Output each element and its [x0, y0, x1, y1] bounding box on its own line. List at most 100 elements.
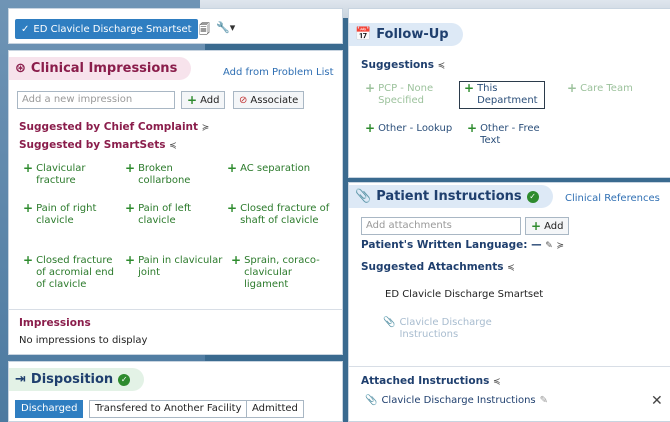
follow-up-item[interactable]: + PCP - None Specified [365, 81, 449, 107]
disposition-panel: ⇥ Disposition ✓ Discharged Transfered to… [8, 361, 343, 422]
paperclip-icon: 📎 [365, 395, 378, 406]
suggestion-label: Sprain, coraco-clavicular ligament [244, 255, 320, 290]
paperclip-icon: 📎 [355, 189, 372, 204]
expand-icon[interactable]: ≽ [557, 241, 565, 251]
suggestion-item[interactable]: + Clavicular fracture [23, 161, 118, 187]
calendar-icon: 📅 [355, 27, 372, 42]
suggested-by-chief-complaint[interactable]: Suggested by Chief Complaint ≽ [19, 121, 209, 133]
smartset-group-label: ED Clavicle Discharge Smartset [385, 289, 544, 300]
disposition-title: Disposition [30, 372, 114, 387]
plus-icon: + [464, 81, 475, 95]
clinical-impressions-panel: ⊛ Clinical Impressions Add from Problem … [8, 50, 343, 355]
follow-up-item[interactable]: + Care Team [567, 81, 657, 95]
suggestion-item[interactable]: + Closed fracture of acromial end of clav… [23, 253, 118, 291]
expand-icon: ≽ [201, 123, 210, 133]
add-impression-label: Add [200, 94, 220, 106]
impressions-heading: Impressions [19, 317, 91, 329]
plus-icon: + [23, 161, 34, 175]
remove-icon[interactable]: ✕ [651, 393, 663, 409]
new-impression-input[interactable]: Add a new impression [17, 91, 175, 109]
plus-icon: + [23, 253, 34, 267]
add-impression-button[interactable]: + Add [181, 91, 226, 109]
clinical-impressions-header: ⊛ Clinical Impressions [9, 57, 192, 80]
patient-instructions-header: 📎 Patient Instructions ✓ [349, 185, 553, 208]
complete-check-icon: ✓ [526, 190, 539, 203]
clinical-impressions-title: Clinical Impressions [30, 61, 178, 76]
complete-check-icon: ✓ [118, 373, 131, 386]
follow-up-label: Other - Lookup [378, 123, 453, 134]
plus-icon: + [125, 161, 136, 175]
edit-icon[interactable]: ✎ [540, 395, 548, 406]
attached-instruction-item[interactable]: 📎 Clavicle Discharge Instructions ✎ [365, 395, 548, 406]
divider [9, 309, 342, 310]
plus-icon: + [125, 253, 136, 267]
wrench-dropdown-icon[interactable]: 🔧▾ [216, 21, 235, 40]
attached-instructions-heading[interactable]: Attached Instructions ≼ [361, 375, 501, 387]
exit-icon: ⇥ [15, 372, 26, 387]
tab-transferred[interactable]: Transfered to Another Facility [89, 400, 248, 418]
written-language-label: Patient's Written Language: — [361, 239, 542, 251]
collapse-icon: ≼ [437, 61, 446, 71]
add-attachment-button[interactable]: + Add [525, 217, 570, 235]
associate-icon: ⊘ [239, 94, 248, 106]
plus-icon: + [187, 93, 198, 107]
no-impressions-text: No impressions to display [19, 335, 148, 346]
smartset-chip-label: ED Clavicle Discharge Smartset [33, 23, 192, 35]
patient-instructions-title: Patient Instructions [376, 189, 522, 204]
suggestion-item[interactable]: + Pain in clavicular joint [125, 253, 227, 279]
divider [349, 366, 670, 367]
follow-up-item-selected[interactable]: + This Department [459, 81, 545, 109]
suggestion-label: Closed fracture of shaft of clavicle [240, 203, 330, 226]
suggestion-item[interactable]: + AC separation [227, 161, 337, 175]
collapse-icon: ≼ [169, 141, 177, 151]
edit-icon[interactable]: ✎ [545, 241, 553, 251]
written-language[interactable]: Patient's Written Language: — ✎ ≽ [361, 239, 564, 251]
follow-up-item[interactable]: + Other - Free Text [467, 121, 553, 147]
add-from-problem-list-link[interactable]: Add from Problem List [223, 67, 334, 78]
suggestion-label: Pain in clavicular joint [138, 255, 223, 278]
attached-instruction-label: Clavicle Discharge Instructions [381, 395, 536, 406]
suggestions-label: Suggestions [361, 59, 434, 71]
plus-icon: + [467, 121, 478, 135]
plus-icon: + [365, 121, 376, 135]
check-icon: ✓ [21, 23, 30, 35]
associate-button[interactable]: ⊘ Associate [233, 91, 305, 109]
plus-icon: + [567, 81, 578, 95]
tab-admitted[interactable]: Admitted [246, 400, 304, 418]
suggestion-item[interactable]: + Pain of left clavicle [125, 201, 220, 227]
suggested-smartsets-label: Suggested by SmartSets [19, 139, 166, 151]
tab-discharged[interactable]: Discharged [15, 400, 84, 418]
clinical-references-link[interactable]: Clinical References [565, 193, 660, 204]
suggestion-item[interactable]: + Broken collarbone [125, 161, 220, 187]
suggestions-heading[interactable]: Suggestions ≼ [361, 59, 445, 71]
follow-up-item[interactable]: + Other - Lookup [365, 121, 461, 135]
plus-icon: + [227, 201, 238, 215]
suggestion-item[interactable]: + Sprain, coraco-clavicular ligament [231, 254, 336, 291]
suggested-attachments-heading[interactable]: Suggested Attachments ≼ [361, 261, 515, 273]
paperclip-icon: 📎 [383, 317, 396, 328]
plus-icon: + [365, 81, 376, 95]
follow-up-label: This Department [477, 83, 538, 106]
suggested-cc-label: Suggested by Chief Complaint [19, 121, 199, 133]
plus-icon: + [125, 201, 136, 215]
suggestion-item[interactable]: + Pain of right clavicle [23, 202, 118, 227]
suggested-attachments-label: Suggested Attachments [361, 261, 504, 273]
plus-icon: + [227, 161, 238, 175]
suggested-attachment-item[interactable]: 📎 Clavicle Discharge Instructions [383, 317, 503, 341]
suggestion-label: Pain of left clavicle [138, 203, 192, 226]
follow-up-panel: 📅 Follow-Up Suggestions ≼ + PCP - None Sp… [348, 8, 670, 178]
follow-up-label: PCP - None Specified [378, 83, 434, 106]
smartset-chip[interactable]: ✓ ED Clavicle Discharge Smartset [15, 19, 198, 39]
associate-label: Associate [250, 94, 299, 106]
follow-up-title: Follow-Up [376, 27, 449, 42]
suggested-by-smartsets[interactable]: Suggested by SmartSets ≼ [19, 139, 177, 151]
document-icon[interactable]: 🗐 [199, 21, 210, 40]
suggested-attachment-label: Clavicle Discharge Instructions [399, 317, 492, 340]
collapse-icon: ≼ [507, 263, 515, 273]
disposition-header: ⇥ Disposition ✓ [9, 368, 145, 391]
suggestion-label: Pain of right clavicle [36, 203, 97, 226]
patient-instructions-panel: 📎 Patient Instructions ✓ Clinical Refere… [348, 182, 670, 422]
suggestion-item[interactable]: + Closed fracture of shaft of clavicle [227, 201, 332, 227]
add-attachments-input[interactable]: Add attachments [361, 217, 521, 235]
attached-instructions-label: Attached Instructions [361, 375, 490, 387]
